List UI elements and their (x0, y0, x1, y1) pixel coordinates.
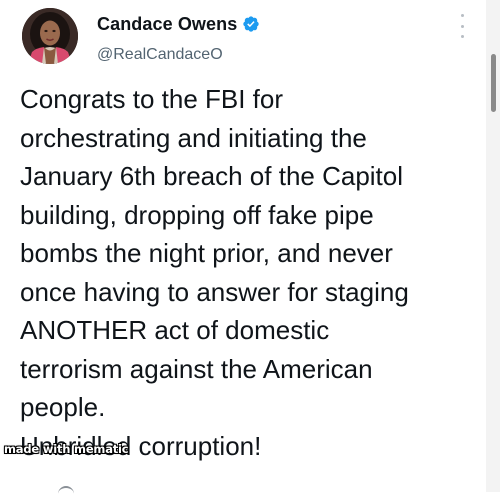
tweet-line: people. (20, 392, 106, 422)
display-name-row: Candace Owens (97, 12, 260, 36)
user-handle[interactable]: @RealCandaceO (97, 46, 223, 64)
tweet-line: orchestrating and initiating the (20, 122, 367, 153)
avatar[interactable] (22, 8, 78, 64)
display-name[interactable]: Candace Owens (97, 14, 237, 35)
tweet-line: bombs the night prior, and never (20, 238, 393, 268)
tweet-text: Congrats to the FBI for orchestrating an… (20, 80, 482, 465)
verified-badge-icon (243, 16, 260, 32)
tweet-line: once having to answer for staging (20, 276, 409, 307)
tweet-line: Congrats to the FBI for (20, 84, 284, 114)
tweet-line: January 6th breach of the Capitol (20, 161, 404, 191)
profile-avatar-icon (22, 8, 78, 64)
reply-icon[interactable] (58, 486, 74, 494)
tweet-line: terrorism against the American (20, 353, 373, 384)
scrollbar-thumb[interactable] (491, 54, 496, 112)
tweet-line: ANOTHER act of domestic (20, 315, 330, 345)
scrollbar-track[interactable] (486, 0, 500, 492)
mematic-watermark: made with mematic (4, 442, 129, 456)
tweet-line: building, dropping off fake pipe (20, 199, 374, 230)
tweet-card: Candace Owens @RealCandaceO Congrats to … (0, 0, 500, 492)
more-options-icon[interactable] (456, 14, 468, 38)
